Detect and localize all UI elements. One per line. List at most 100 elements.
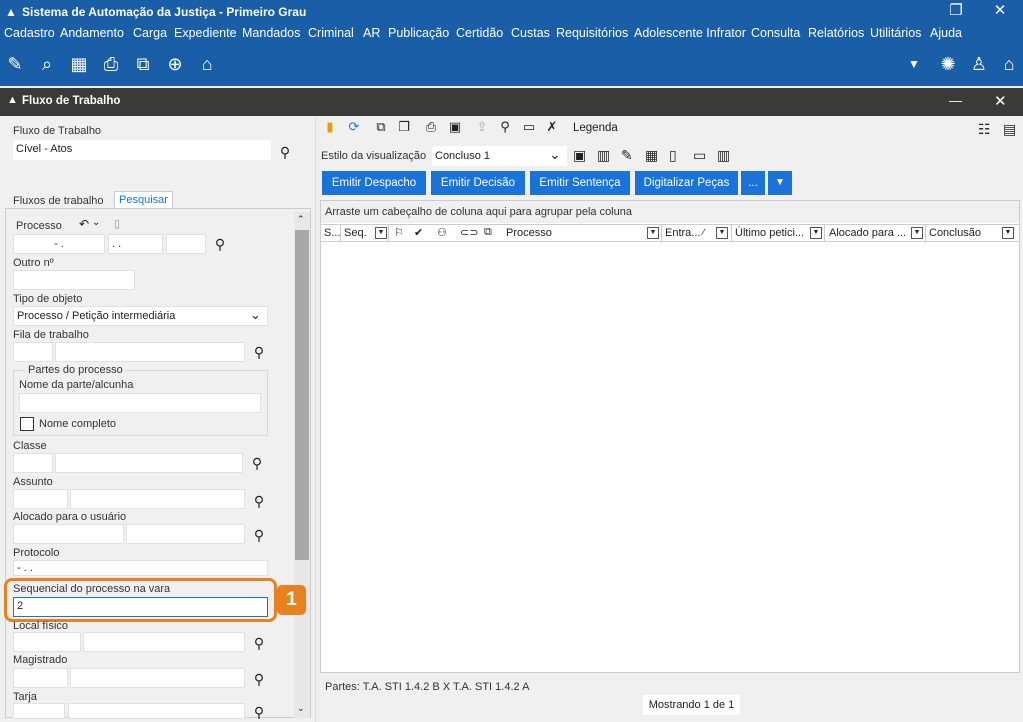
- filter-icon[interactable]: ▼: [1002, 227, 1014, 239]
- subwindow-close-button[interactable]: ✕: [994, 92, 1007, 110]
- emitir-despacho-button[interactable]: Emitir Despacho: [322, 171, 426, 195]
- more-button[interactable]: ...: [741, 171, 765, 195]
- save-icon[interactable]: ▣: [447, 119, 463, 135]
- nome-parte-input[interactable]: [19, 393, 261, 413]
- chevron-down-icon[interactable]: ⌄: [549, 146, 561, 163]
- tipo-select[interactable]: Processo / Petição intermediária: [13, 306, 268, 326]
- chevron-down-icon[interactable]: ▼: [903, 53, 925, 75]
- processo-input-2[interactable]: . .: [108, 234, 163, 254]
- estilo-select[interactable]: Concluso 1: [432, 146, 567, 166]
- tarja-name-input[interactable]: [68, 703, 245, 719]
- assunto-name-input[interactable]: [70, 489, 245, 509]
- magistrado-code-input[interactable]: [13, 668, 68, 688]
- menu-requisitorios[interactable]: Requisitórios: [556, 26, 628, 40]
- search-icon[interactable]: ⚲: [251, 493, 267, 509]
- filter-icon[interactable]: ▼: [716, 227, 728, 239]
- export-icon[interactable]: ▭: [693, 147, 706, 164]
- menu-ajuda[interactable]: Ajuda: [930, 26, 962, 40]
- emitir-decisao-button[interactable]: Emitir Decisão: [431, 171, 525, 195]
- refresh-icon[interactable]: ⟳: [346, 119, 362, 135]
- fila-code-input[interactable]: [13, 342, 53, 362]
- alocado-name-input[interactable]: [126, 524, 245, 544]
- menu-consulta[interactable]: Consulta: [751, 26, 800, 40]
- comment-icon[interactable]: ▭: [521, 119, 537, 135]
- fila-name-input[interactable]: [55, 342, 245, 362]
- excel-icon[interactable]: ▦: [645, 147, 658, 164]
- scrollbar-thumb[interactable]: [295, 230, 309, 560]
- tarja-code-input[interactable]: [13, 703, 65, 719]
- chevron-down-icon[interactable]: ⌄: [250, 307, 261, 323]
- protocolo-input[interactable]: - . .: [13, 560, 268, 576]
- menu-cadastro[interactable]: Cadastro: [4, 26, 55, 40]
- search-icon[interactable]: ⚲: [251, 671, 267, 687]
- undo-icon[interactable]: ↶: [79, 217, 89, 231]
- scroll-down-icon[interactable]: ⌄: [297, 703, 305, 714]
- trash-icon[interactable]: ▥: [597, 147, 610, 164]
- column-s[interactable]: S...: [321, 225, 341, 242]
- search-icon[interactable]: ⚲: [251, 527, 267, 543]
- menu-utilitarios[interactable]: Utilitários: [870, 26, 921, 40]
- emitir-sentenca-button[interactable]: Emitir Sentença: [530, 171, 630, 195]
- hierarchy-icon[interactable]: ⧉: [132, 53, 154, 75]
- printer-icon[interactable]: ⎙: [100, 53, 122, 75]
- menu-adolescente-infrator[interactable]: Adolescente Infrator: [634, 26, 746, 40]
- transfer-icon[interactable]: ⇪: [474, 119, 490, 135]
- file-icon[interactable]: ▯: [669, 147, 677, 164]
- local-name-input[interactable]: [83, 632, 245, 652]
- search-icon[interactable]: ⚲: [277, 144, 293, 160]
- filter-icon[interactable]: ▼: [647, 227, 659, 239]
- edit-icon[interactable]: ✎: [4, 53, 26, 75]
- document-icon[interactable]: ▯: [114, 217, 120, 230]
- copy-icon[interactable]: ⧉: [373, 119, 389, 135]
- sequencial-input[interactable]: 2: [13, 597, 268, 617]
- menu-carga[interactable]: Carga: [133, 26, 167, 40]
- scroll-up-icon[interactable]: ⌃: [297, 214, 305, 225]
- assunto-code-input[interactable]: [13, 489, 68, 509]
- filter-icon[interactable]: ▼: [375, 227, 387, 239]
- search-icon[interactable]: ⚲: [249, 455, 265, 471]
- link-icon[interactable]: ⊂⊃: [460, 226, 478, 239]
- processo-input-1[interactable]: - .: [13, 234, 105, 254]
- menu-andamento[interactable]: Andamento: [60, 26, 124, 40]
- users-icon[interactable]: ⚇: [437, 226, 447, 239]
- search-icon[interactable]: ⚲: [251, 635, 267, 651]
- search-icon[interactable]: ⚲: [212, 236, 228, 252]
- menu-certidao[interactable]: Certidão: [456, 26, 503, 40]
- dropdown-small-icon[interactable]: ⌄: [92, 217, 100, 228]
- print-icon[interactable]: ⎙: [423, 119, 439, 135]
- search-icon[interactable]: ⚲: [251, 704, 267, 720]
- classe-name-input[interactable]: [55, 453, 243, 473]
- fluxo-input[interactable]: Cível - Atos: [13, 140, 271, 160]
- add-document-icon[interactable]: ⊕: [164, 53, 186, 75]
- expand-button[interactable]: ▼: [768, 171, 792, 195]
- menu-custas[interactable]: Custas: [511, 26, 550, 40]
- local-code-input[interactable]: [13, 632, 81, 652]
- nome-completo-checkbox[interactable]: [20, 417, 34, 431]
- minimize-button[interactable]: —: [949, 93, 962, 108]
- magistrado-name-input[interactable]: [70, 668, 245, 688]
- classe-code-input[interactable]: [13, 453, 53, 473]
- search-icon[interactable]: ⚲: [251, 344, 267, 360]
- sort-icon[interactable]: ⁄: [703, 227, 705, 237]
- calendar-icon[interactable]: ▦: [68, 53, 90, 75]
- menu-relatorios[interactable]: Relatórios: [808, 26, 864, 40]
- new-icon[interactable]: ▮: [322, 119, 338, 135]
- check-icon[interactable]: ✔: [414, 226, 423, 239]
- archive-icon[interactable]: ⌂: [196, 53, 218, 75]
- menu-expediente[interactable]: Expediente: [174, 26, 237, 40]
- tree-icon[interactable]: ☷: [978, 121, 991, 138]
- menu-ar[interactable]: AR: [363, 26, 380, 40]
- alocado-code-input[interactable]: [13, 524, 124, 544]
- windows-icon[interactable]: ❐: [396, 119, 412, 135]
- tab-pesquisar[interactable]: Pesquisar: [114, 191, 173, 208]
- digitalizar-pecas-button[interactable]: Digitalizar Peças: [635, 171, 738, 195]
- clear-comment-icon[interactable]: ✗: [544, 119, 560, 135]
- processo-input-3[interactable]: [166, 234, 206, 254]
- column-processo[interactable]: Processo: [503, 225, 662, 242]
- filter-icon[interactable]: ▼: [911, 227, 923, 239]
- list-icon[interactable]: ▤: [1003, 121, 1016, 138]
- zoom-icon[interactable]: ⚲: [497, 119, 513, 135]
- tab-fluxos[interactable]: Fluxos de trabalho: [9, 193, 108, 209]
- legenda-link[interactable]: Legenda: [573, 122, 618, 134]
- menu-publicacao[interactable]: Publicação: [388, 26, 449, 40]
